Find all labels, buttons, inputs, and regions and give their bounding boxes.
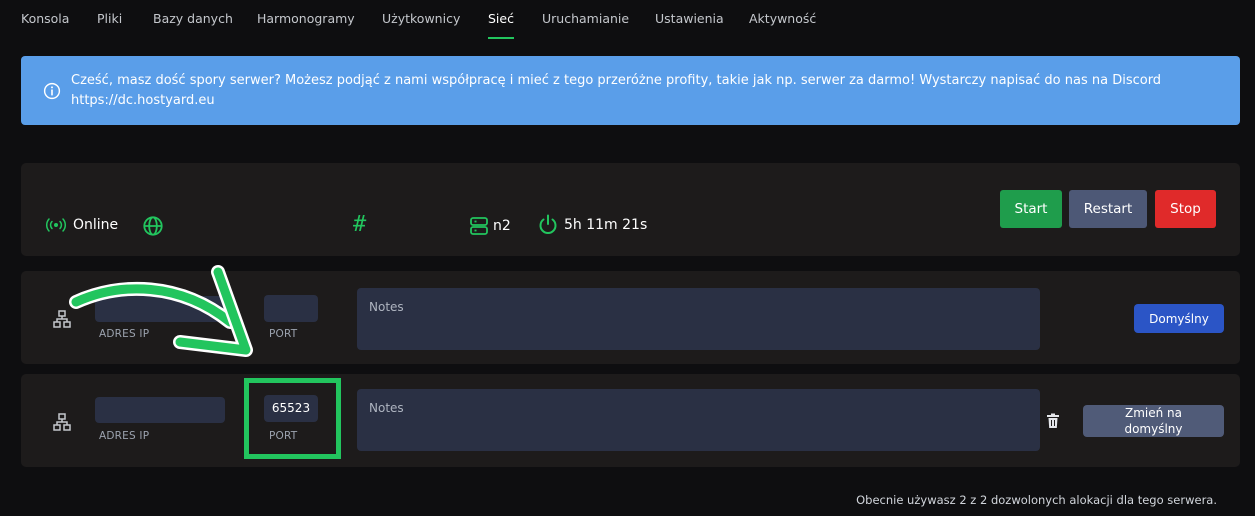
allocation-row: ADRES IP PORT Domyślny	[21, 271, 1240, 364]
uptime-label: 5h 11m 21s	[564, 217, 648, 233]
ip-address-field	[95, 397, 225, 423]
broadcast-icon	[45, 218, 67, 232]
tab-pliki[interactable]: Pliki	[97, 11, 122, 26]
ip-address-field	[95, 296, 225, 322]
restart-button[interactable]: Restart	[1069, 190, 1147, 228]
server-status-panel: Online # n2 5h 11m 21s Start Restart Sto…	[21, 163, 1240, 256]
tab-ustawienia[interactable]: Ustawienia	[655, 11, 724, 26]
notes-input[interactable]	[357, 389, 1040, 451]
make-primary-button[interactable]: Zmień na domyślny	[1083, 405, 1224, 437]
info-circle-icon	[43, 82, 61, 100]
power-icon	[539, 214, 557, 234]
annotation-highlight	[244, 378, 341, 459]
node-label: n2	[493, 218, 511, 234]
ip-address-label: ADRES IP	[99, 328, 150, 340]
globe-icon	[143, 216, 163, 236]
server-nav: Konsola Pliki Bazy danych Harmonogramy U…	[0, 0, 1255, 42]
network-icon	[53, 310, 71, 328]
tab-konsola[interactable]: Konsola	[21, 11, 69, 26]
tab-uruchamianie[interactable]: Uruchamianie	[542, 11, 629, 26]
uptime-stat: 5h 11m 21s	[538, 214, 647, 236]
info-banner: Cześć, masz dość spory serwer? Możesz po…	[21, 56, 1240, 125]
active-tab-indicator	[488, 37, 514, 39]
port-label: PORT	[269, 328, 298, 340]
notes-input[interactable]	[357, 288, 1040, 350]
status-label: Online	[73, 217, 119, 233]
stop-button[interactable]: Stop	[1155, 190, 1216, 228]
allocation-usage-note: Obecnie używasz 2 z 2 dozwolonych alokac…	[856, 493, 1217, 507]
hash-icon: #	[353, 212, 367, 237]
network-icon	[53, 413, 71, 431]
start-button[interactable]: Start	[1000, 190, 1062, 228]
status-indicator: Online	[45, 217, 118, 233]
banner-message: Cześć, masz dość spory serwer? Możesz po…	[71, 73, 1162, 108]
node-stat: n2	[469, 216, 511, 236]
server-icon	[470, 217, 488, 235]
allocation-row: ADRES IP 65523 PORT Zmień na domyślny	[21, 374, 1240, 467]
tab-uzytkownicy[interactable]: Użytkownicy	[382, 11, 460, 26]
primary-allocation-button[interactable]: Domyślny	[1134, 304, 1224, 333]
tab-aktywnosc[interactable]: Aktywność	[749, 11, 816, 26]
ip-address-label: ADRES IP	[99, 430, 150, 442]
tab-siec[interactable]: Sieć	[488, 11, 514, 26]
tab-harmonogramy[interactable]: Harmonogramy	[257, 11, 355, 26]
trash-icon[interactable]	[1046, 413, 1060, 429]
port-field	[264, 295, 318, 322]
tab-bazy-danych[interactable]: Bazy danych	[153, 11, 233, 26]
